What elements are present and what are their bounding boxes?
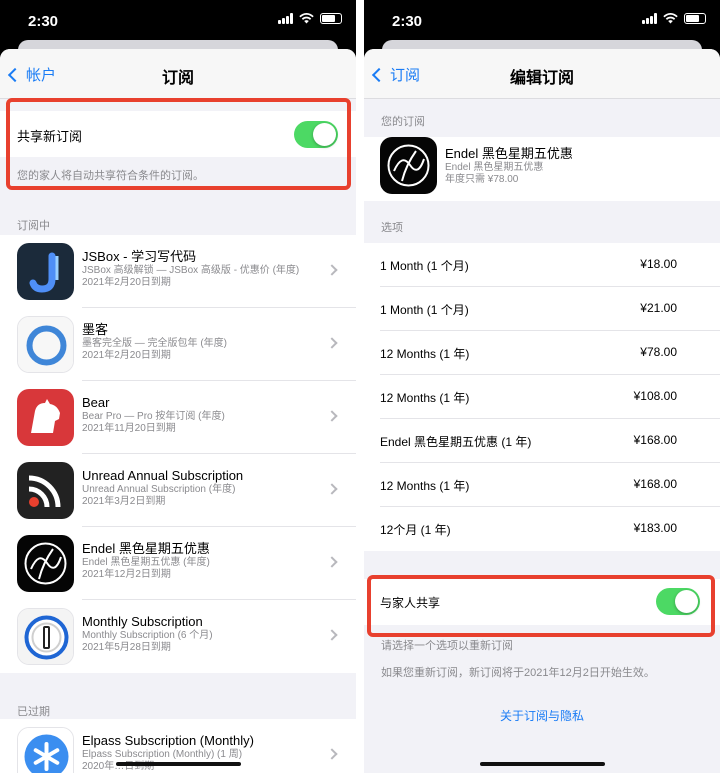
elpass-icon [17, 727, 74, 773]
moke-icon [17, 316, 74, 373]
chevron-right-icon [326, 337, 338, 349]
list-item[interactable]: Endel 黑色星期五优惠 Endel 黑色星期五优惠 (年度) 2021年12… [0, 527, 356, 600]
wifi-icon [299, 13, 314, 24]
chevron-right-icon [326, 264, 338, 276]
left-phone-screen: 2:30 帐户 订阅 共享新订阅 您的家人将自动共享符合条件的订阅。 订阅中 J… [0, 0, 356, 773]
current-subscription-price: 年度只需 ¥78.00 [445, 174, 519, 185]
onepassword-icon [17, 608, 74, 665]
active-subscriptions-list: JSBox - 学习写代码 JSBox 高级解锁 — JSBox 高级版 - 优… [0, 235, 356, 673]
page-title: 编辑订阅 [509, 70, 574, 87]
battery-icon [320, 13, 342, 24]
wifi-icon [663, 13, 678, 24]
highlight-box [6, 98, 351, 190]
current-subscription-name: Endel 黑色星期五优惠 [445, 146, 573, 161]
nav-bar: 订阅 编辑订阅 [364, 49, 720, 99]
option-row[interactable]: 12个月 (1 年) ¥183.00 [364, 507, 720, 551]
right-phone-screen: 2:30 订阅 编辑订阅 您的订阅 Endel 黑色星期五优惠 Endel 黑色… [364, 0, 720, 773]
bear-icon [17, 389, 74, 446]
home-indicator [480, 762, 605, 766]
list-item[interactable]: Monthly Subscription Monthly Subscriptio… [0, 600, 356, 673]
chevron-right-icon [326, 483, 338, 495]
cellular-signal-icon [278, 13, 293, 24]
option-row[interactable]: 1 Month (1 个月) ¥18.00 [364, 243, 720, 287]
status-time: 2:30 [28, 13, 59, 30]
highlight-box [367, 575, 715, 637]
option-row[interactable]: 12 Months (1 年) ¥108.00 [364, 375, 720, 419]
nav-bar: 帐户 订阅 [0, 49, 356, 99]
list-item[interactable]: JSBox - 学习写代码 JSBox 高级解锁 — JSBox 高级版 - 优… [0, 235, 356, 308]
effective-date-note: 如果您重新订阅，新订阅将于2021年12月2日开始生效。 [381, 667, 655, 679]
current-subscription-sub: Endel 黑色星期五优惠 [445, 162, 544, 173]
list-item[interactable]: Unread Annual Subscription Unread Annual… [0, 454, 356, 527]
jsbox-icon [17, 243, 74, 300]
rss-icon [17, 462, 74, 519]
status-time: 2:30 [392, 13, 423, 30]
page-title: 订阅 [161, 70, 194, 87]
expired-section-header: 已过期 [17, 706, 50, 718]
active-section-header: 订阅中 [17, 220, 50, 232]
your-subscription-header: 您的订阅 [381, 116, 425, 128]
privacy-link[interactable]: 关于订阅与隐私 [364, 680, 720, 724]
status-bar: 2:30 [0, 0, 356, 42]
cellular-signal-icon [642, 13, 657, 24]
option-row[interactable]: 12 Months (1 年) ¥168.00 [364, 463, 720, 507]
chevron-right-icon [326, 629, 338, 641]
endel-icon [17, 535, 74, 592]
status-bar: 2:30 [364, 0, 720, 42]
option-row[interactable]: 12 Months (1 年) ¥78.00 [364, 331, 720, 375]
option-row[interactable]: Endel 黑色星期五优惠 (1 年) ¥168.00 [364, 419, 720, 463]
current-subscription: Endel 黑色星期五优惠 Endel 黑色星期五优惠 年度只需 ¥78.00 [364, 137, 720, 201]
endel-icon [380, 137, 437, 194]
options-list: 1 Month (1 个月) ¥18.00 1 Month (1 个月) ¥21.0… [364, 243, 720, 551]
option-row[interactable]: 1 Month (1 个月) ¥21.00 [364, 287, 720, 331]
home-indicator [116, 762, 241, 766]
chevron-right-icon [326, 748, 338, 760]
battery-icon [684, 13, 706, 24]
list-item[interactable]: 墨客 墨客完全版 — 完全版包年 (年度) 2021年2月20日到期 [0, 308, 356, 381]
chevron-right-icon [326, 410, 338, 422]
edit-subscription-sheet: 订阅 编辑订阅 您的订阅 Endel 黑色星期五优惠 Endel 黑色星期五优惠… [364, 49, 720, 773]
chevron-right-icon [326, 556, 338, 568]
list-item[interactable]: Bear Bear Pro — Pro 按年订阅 (年度) 2021年11月20… [0, 381, 356, 454]
